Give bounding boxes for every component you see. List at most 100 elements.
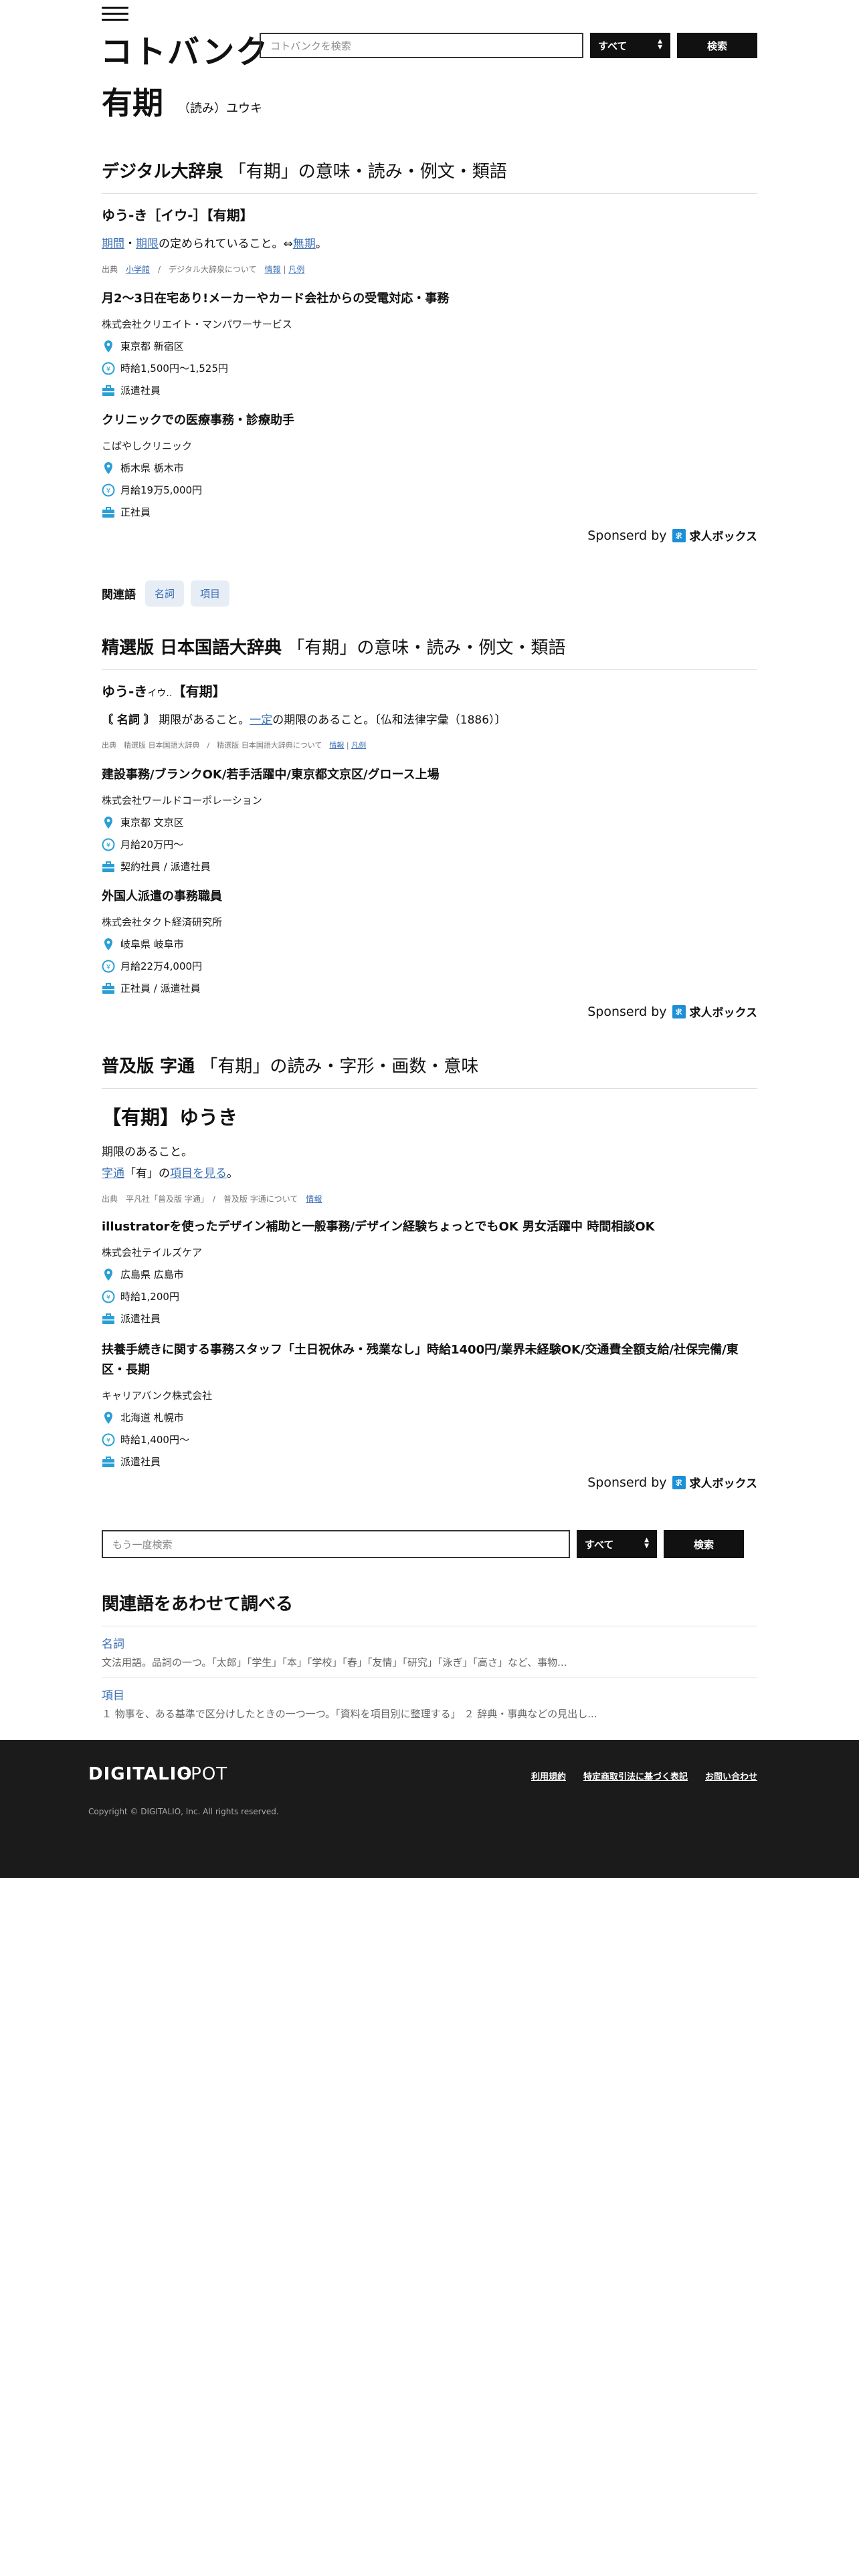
job-listing[interactable]: 月2〜3日在宅あり!メーカーやカード会社からの受電対応・事務 株式会社クリエイト… [102,289,757,397]
yen-icon: ¥ [102,960,115,972]
location-pin-icon [104,340,112,352]
job-location: 栃木県 栃木市 [102,461,757,475]
dictionary-name: 普及版 字通 [102,1057,195,1077]
source-line: 出典 小学館 / デジタル大辞泉について 情報 | 凡例 [102,265,305,274]
section-title-rest: 「有期」の読み・字形・画数・意味 [200,1057,479,1077]
search-button[interactable]: 検索 [677,33,757,58]
related-item-name[interactable]: 名詞 [102,1634,757,1651]
link-kigen[interactable]: 期限 [136,237,159,251]
reference-line: 字通「有」の項目を見る。 [102,1167,238,1180]
category-select[interactable]: すべて ▲ ▼ [590,33,670,58]
related-section-title: 関連語をあわせて調べる [102,1590,757,1626]
job-title[interactable]: illustratorを使ったデザイン補助と一般事務/デザイン経験ちょっとでもO… [102,1217,757,1237]
related-tag-meishi[interactable]: 名詞 [145,580,185,607]
source-legend-link[interactable]: 凡例 [288,265,304,274]
entry-heading: 【有期】ゆうき [102,1106,238,1129]
link-kikan[interactable]: 期間 [102,237,124,251]
terms-link[interactable]: 利用規約 [531,1769,566,1782]
job-company: 株式会社タクト経済研究所 [102,916,223,928]
category-select-value: すべて [585,1538,614,1551]
briefcase-icon [102,385,114,396]
job-title[interactable]: クリニックでの医療事務・診療助手 [102,411,757,431]
page-title: 有期 [102,85,163,121]
job-location: 東京都 文京区 [102,815,757,829]
location-pin-icon [104,1411,112,1424]
dictionary-name: デジタル大辞泉 [102,162,223,182]
job-company: キャリアバンク株式会社 [102,1390,213,1402]
job-type: 派遣社員 [102,1311,757,1325]
job-listing[interactable]: クリニックでの医療事務・診療助手 こばやしクリニック 栃木県 栃木市 ¥ 月給19… [102,411,757,519]
yen-icon: ¥ [102,1290,115,1303]
site-logo[interactable]: コトバンク [100,25,269,72]
sponsor-credit[interactable]: Sponserd by 求求人ボックス [587,1003,757,1021]
source-publisher: 平凡社「普及版 字通」 [126,1194,205,1204]
yen-icon: ¥ [102,1433,115,1446]
definition: 〘 名詞 〙 期限があること。一定の期限のあること。〔仏和法律字彙（1886）〕 [102,714,506,727]
location-pin-icon [104,461,112,474]
location-pin-icon [104,938,112,950]
category-select[interactable]: すべて ▲ ▼ [577,1530,657,1558]
job-company: 株式会社ワールドコーポレーション [102,794,262,807]
svg-text:¥: ¥ [106,964,110,971]
job-listing[interactable]: illustratorを使ったデザイン補助と一般事務/デザイン経験ちょっとでもO… [102,1217,757,1325]
related-item-name[interactable]: 項目 [102,1686,757,1703]
source-line: 出典 精選版 日本国語大辞典 / 精選版 日本国語大辞典について 情報 | 凡例 [102,741,367,750]
briefcase-icon [102,506,114,518]
job-location: 北海道 札幌市 [102,1410,757,1424]
svg-text:¥: ¥ [106,1437,110,1444]
kyujinbox-logo: 求求人ボックス [672,527,757,544]
job-listing[interactable]: 建設事務/ブランクOK/若手活躍中/東京都文京区/グロース上場 株式会社ワールド… [102,765,757,873]
link-ittei[interactable]: 一定 [250,714,272,727]
link-jitsu[interactable]: 字通 [102,1167,124,1180]
search-again-input[interactable]: もう一度検索 [102,1530,570,1558]
footer: DIGITALIO GPOT 利用規約 特定商取引法に基づく表記 お問い合わせ … [0,1740,859,1878]
sponsor-credit[interactable]: Sponserd by 求求人ボックス [587,1474,757,1491]
job-type: 派遣社員 [102,1455,757,1469]
link-muki[interactable]: 無期 [293,237,316,251]
source-info-link[interactable]: 情報 [329,741,344,750]
job-type: 派遣社員 [102,383,757,397]
dictionary-section-title: 精選版 日本国語大辞典 「有期」の意味・読み・例文・類語 [102,634,757,670]
job-pay: ¥ 時給1,200円 [102,1289,757,1303]
contact-link[interactable]: お問い合わせ [705,1769,757,1782]
search-again-button[interactable]: 検索 [664,1530,744,1558]
related-item[interactable]: 名詞 文法用語。品詞の一つ。「太郎」「学生」「本」「学校」「春」「友情」「研究」… [102,1626,757,1678]
link-see-entry[interactable]: 項目を見る [170,1167,227,1180]
gpot-logo[interactable]: GPOT [177,1764,227,1784]
yen-icon: ¥ [102,362,115,374]
briefcase-icon [102,1456,114,1467]
svg-text:¥: ¥ [106,366,110,373]
related-tag-koumoku[interactable]: 項目 [191,580,230,607]
svg-text:¥: ¥ [106,842,110,849]
select-arrows-icon: ▲ ▼ [644,1537,649,1549]
sponsor-credit[interactable]: Sponserd by 求求人ボックス [587,527,757,544]
related-item[interactable]: 項目 １ 物事を、ある基準で区分けしたときの一つ一つ。「資料を項目別に整理する」… [102,1678,757,1729]
job-title[interactable]: 扶養手続きに関する事務スタッフ「土日祝休み・残業なし」時給1400円/業界未経験… [102,1340,757,1380]
entry-heading: ゆう‐きイウ‥【有期】 [102,683,226,700]
section-title-rest: 「有期」の意味・読み・例文・類語 [287,638,566,658]
dictionary-name: 精選版 日本国語大辞典 [102,638,282,658]
search-input[interactable]: コトバンクを検索 [260,33,583,58]
job-title[interactable]: 建設事務/ブランクOK/若手活躍中/東京都文京区/グロース上場 [102,765,757,785]
kyujinbox-logo: 求求人ボックス [672,1474,757,1491]
job-pay: ¥ 月給19万5,000円 [102,483,757,497]
copyright: Copyright © DIGITALIO, Inc. All rights r… [88,1807,279,1816]
job-listing[interactable]: 扶養手続きに関する事務スタッフ「土日祝休み・残業なし」時給1400円/業界未経験… [102,1340,757,1469]
source-legend-link[interactable]: 凡例 [351,741,366,750]
job-location: 東京都 新宿区 [102,339,757,353]
job-pay: ¥ 時給1,500円〜1,525円 [102,361,757,375]
definition: 期限のあること。 [102,1146,193,1159]
job-title[interactable]: 外国人派遣の事務職員 [102,887,757,907]
source-publisher-link[interactable]: 小学館 [126,265,150,274]
job-pay: ¥ 時給1,400円〜 [102,1432,757,1446]
category-select-value: すべて [598,39,628,52]
source-info-link[interactable]: 情報 [306,1194,322,1204]
job-listing[interactable]: 外国人派遣の事務職員 株式会社タクト経済研究所 岐阜県 岐阜市 ¥ 月給22万4,… [102,887,757,995]
job-pay: ¥ 月給22万4,000円 [102,959,757,973]
commerce-law-link[interactable]: 特定商取引法に基づく表記 [583,1769,688,1782]
briefcase-icon [102,861,114,872]
menu-icon[interactable] [102,7,128,23]
job-title[interactable]: 月2〜3日在宅あり!メーカーやカード会社からの受電対応・事務 [102,289,757,309]
footer-links: 利用規約 特定商取引法に基づく表記 お問い合わせ [531,1769,757,1782]
source-info-link[interactable]: 情報 [265,265,281,274]
